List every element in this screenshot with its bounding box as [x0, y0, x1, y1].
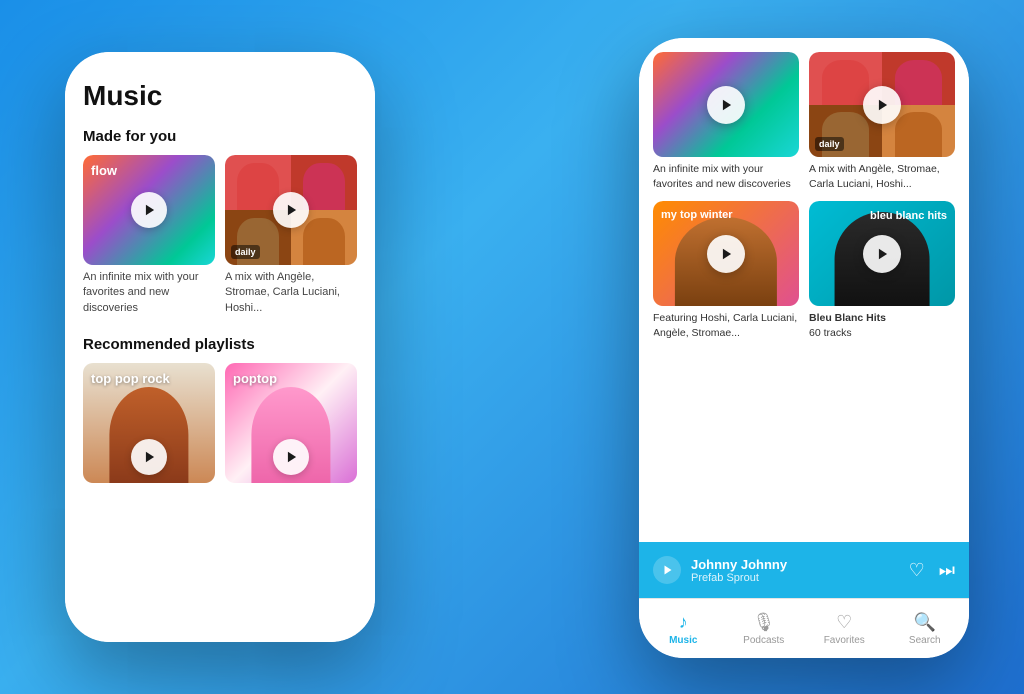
right-winter-card[interactable]: my top winter Featuring Hoshi, Carla Luc… — [653, 201, 799, 340]
tab-bar: ♪ Music 🎙 Podcasts ♡ Favorites 🔍 Search — [639, 598, 969, 658]
top-pop-rock-play-button[interactable] — [131, 439, 167, 475]
tab-search-label: Search — [909, 635, 941, 646]
right-flow-card[interactable]: An infinite mix with your favorites and … — [653, 52, 799, 191]
poptop-play-button[interactable] — [273, 439, 309, 475]
favorites-icon: ♡ — [836, 612, 852, 633]
right-daily-desc: A mix with Angèle, Stromae, Carla Lucian… — [809, 162, 955, 191]
skip-next-icon[interactable]: ⏭ — [939, 560, 955, 581]
right-daily-badge: daily — [815, 137, 844, 151]
now-playing-info: Johnny Johnny Prefab Sprout — [691, 557, 899, 584]
search-icon: 🔍 — [914, 612, 936, 633]
right-flow-image — [653, 52, 799, 157]
now-playing-play-button[interactable] — [653, 556, 681, 584]
now-playing-artist: Prefab Sprout — [691, 572, 899, 584]
now-playing-title: Johnny Johnny — [691, 557, 899, 572]
app-title: Music — [83, 80, 357, 112]
poptop-label: poptop — [233, 371, 277, 388]
winter-desc: Featuring Hoshi, Carla Luciani, Angèle, … — [653, 311, 799, 340]
bleu-play-button[interactable] — [863, 235, 901, 273]
daily-play-button[interactable] — [273, 192, 309, 228]
flow-label: flow — [91, 163, 117, 178]
flow-play-button[interactable] — [131, 192, 167, 228]
winter-play-button[interactable] — [707, 235, 745, 273]
right-bleu-image: bleu blanc hits — [809, 201, 955, 306]
tab-podcasts-label: Podcasts — [743, 635, 784, 646]
flow-card-image: flow — [83, 155, 215, 265]
phone-right: An infinite mix with your favorites and … — [639, 38, 969, 658]
tab-search[interactable]: 🔍 Search — [885, 612, 966, 646]
bleu-label: bleu blanc hits — [870, 209, 947, 223]
right-flow-desc: An infinite mix with your favorites and … — [653, 162, 799, 191]
tab-podcasts[interactable]: 🎙 Podcasts — [724, 612, 805, 646]
winter-label: my top winter — [661, 209, 733, 221]
flow-card[interactable]: flow An infinite mix with your favorites… — [83, 155, 215, 316]
right-winter-image: my top winter — [653, 201, 799, 306]
tab-favorites-label: Favorites — [824, 635, 865, 646]
now-playing-bar[interactable]: Johnny Johnny Prefab Sprout ♡ ⏭ — [639, 542, 969, 598]
right-daily-card[interactable]: daily A mix with Angèle, Stromae, Carla … — [809, 52, 955, 191]
right-flow-play-button[interactable] — [707, 86, 745, 124]
recommended-label: Recommended playlists — [83, 336, 357, 353]
daily-card-image: daily — [225, 155, 357, 265]
recommended-section: Recommended playlists top pop rock — [83, 336, 357, 483]
bleu-desc: Bleu Blanc Hits 60 tracks — [809, 311, 955, 340]
top-pop-rock-label: top pop rock — [91, 371, 170, 388]
right-bleu-card[interactable]: bleu blanc hits Bleu Blanc Hits 60 track… — [809, 201, 955, 340]
daily-card[interactable]: daily A mix with Angèle, Stromae, Carla … — [225, 155, 357, 316]
heart-icon[interactable]: ♡ — [909, 560, 925, 581]
tab-music-label: Music — [669, 635, 697, 646]
made-for-you-cards: flow An infinite mix with your favorites… — [83, 155, 357, 316]
right-daily-play-button[interactable] — [863, 86, 901, 124]
top-pop-rock-card[interactable]: top pop rock — [83, 363, 215, 483]
daily-badge: daily — [231, 245, 260, 259]
made-for-you-label: Made for you — [83, 128, 357, 145]
right-daily-image: daily — [809, 52, 955, 157]
right-bottom-cards: my top winter Featuring Hoshi, Carla Luc… — [653, 201, 955, 340]
podcast-icon: 🎙 — [752, 612, 775, 633]
poptop-card[interactable]: poptop — [225, 363, 357, 483]
right-top-cards: An infinite mix with your favorites and … — [653, 52, 955, 191]
phone-left: Music Made for you flow An infinite mix … — [65, 52, 375, 642]
tab-favorites[interactable]: ♡ Favorites — [804, 612, 885, 646]
daily-description: A mix with Angèle, Stromae, Carla Lucian… — [225, 270, 357, 316]
right-scroll-area: An infinite mix with your favorites and … — [639, 38, 969, 542]
recommended-cards: top pop rock poptop — [83, 363, 357, 483]
flow-description: An infinite mix with your favorites and … — [83, 270, 215, 316]
now-playing-controls: ♡ ⏭ — [909, 560, 955, 581]
music-icon: ♪ — [679, 612, 688, 633]
tab-music[interactable]: ♪ Music — [643, 612, 724, 646]
